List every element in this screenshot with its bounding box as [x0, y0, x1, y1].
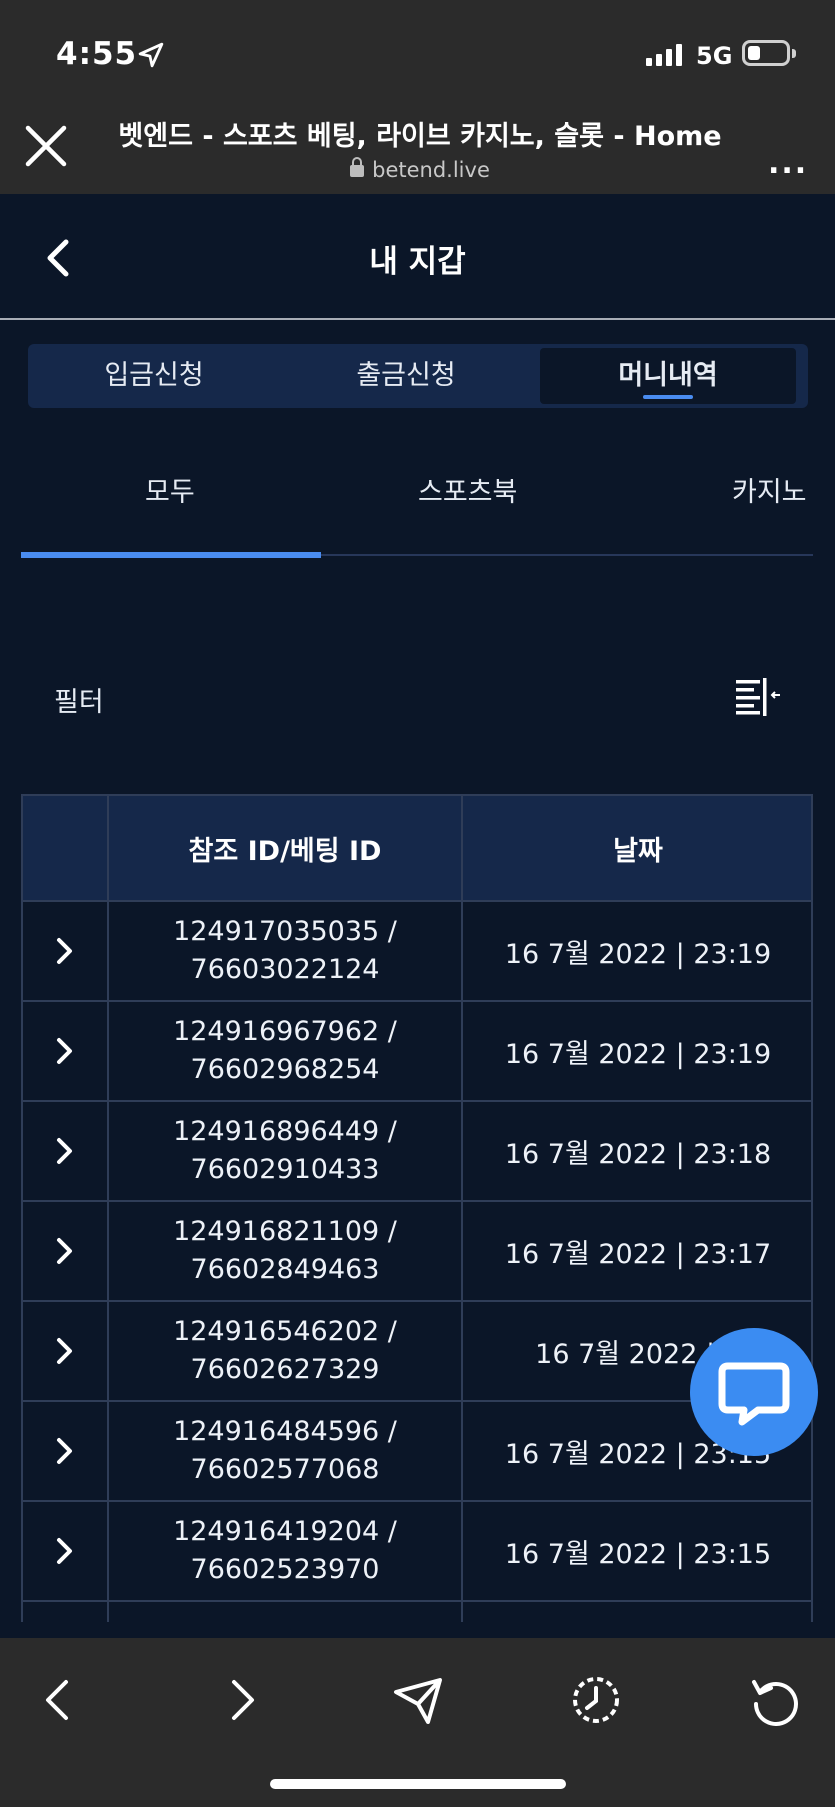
- status-bar: 4:55 5G: [0, 0, 835, 98]
- table-row[interactable]: 124916896449 / 76602910433 16 7월 2022 | 23…: [21, 1102, 813, 1202]
- history-icon[interactable]: [570, 1674, 622, 1726]
- expand-cell[interactable]: [23, 902, 109, 1000]
- bet-id: 76603022124: [190, 954, 380, 985]
- table-row[interactable]: 124916967962 / 76602968254 16 7월 2022 | 23…: [21, 1002, 813, 1102]
- tab-money-history-label: 머니내역: [618, 360, 718, 391]
- ref-id: 124916896449 /: [173, 1116, 397, 1147]
- subtab-casino[interactable]: 카지노: [732, 470, 807, 509]
- home-indicator: [270, 1779, 566, 1789]
- close-icon[interactable]: [22, 122, 70, 170]
- expand-cell[interactable]: [23, 1102, 109, 1200]
- ref-id-cell: 124916967962 / 76602968254: [109, 1002, 463, 1100]
- table-row[interactable]: 124916821109 / 76602849463 16 7월 2022 | 23…: [21, 1202, 813, 1302]
- signal-bars-icon: [646, 44, 682, 66]
- chevron-right-icon: [57, 1238, 72, 1264]
- bet-id: 76602910433: [190, 1154, 380, 1185]
- forward-arrow-icon[interactable]: [214, 1674, 266, 1726]
- bet-id: 76602849463: [190, 1254, 380, 1285]
- reload-icon[interactable]: [748, 1674, 800, 1726]
- chevron-right-icon: [57, 1138, 72, 1164]
- url-text: betend.live: [372, 158, 490, 182]
- ref-id-cell: 124916419204 / 76602523970: [109, 1502, 463, 1600]
- bet-id: 76602523970: [190, 1554, 380, 1585]
- table-row-partial: [21, 1602, 813, 1622]
- chevron-right-icon: [57, 1538, 72, 1564]
- subtab-active-indicator: [21, 552, 321, 558]
- date-cell: 16 7월 2022 | 23:15: [504, 1538, 772, 1570]
- ref-id: 124916419204 /: [173, 1516, 397, 1547]
- table-row[interactable]: 124917035035 / 76603022124 16 7월 2022 | 23…: [21, 902, 813, 1002]
- browser-page-title: 벳엔드 - 스포츠 베팅, 라이브 카지노, 슬롯 - Home: [118, 121, 722, 152]
- share-send-icon[interactable]: [392, 1674, 444, 1726]
- partial-cell: [109, 1602, 463, 1622]
- wallet-tabs: 입금신청 출금신청 머니내역: [28, 344, 808, 408]
- tab-deposit[interactable]: 입금신청: [28, 344, 280, 408]
- battery-icon: [742, 40, 796, 66]
- header-expand: [23, 796, 109, 900]
- table-header-row: 참조 ID/베팅 ID 날짜: [21, 794, 813, 902]
- expand-cell[interactable]: [23, 1402, 109, 1500]
- date-cell: 16 7월 2022 | 23:17: [504, 1238, 772, 1270]
- status-time: 4:55: [56, 36, 138, 72]
- filter-label: 필터: [54, 687, 104, 718]
- ref-id: 124917035035 /: [173, 916, 397, 947]
- ref-id-cell: 124916896449 / 76602910433: [109, 1102, 463, 1200]
- page-title: 내 지갑: [369, 244, 466, 280]
- ref-id-cell: 124917035035 / 76603022124: [109, 902, 463, 1000]
- ref-id: 124916967962 /: [173, 1016, 397, 1047]
- chevron-right-icon: [57, 938, 72, 964]
- chat-bubble-icon: [718, 1362, 790, 1426]
- chevron-right-icon: [57, 1438, 72, 1464]
- more-options-button[interactable]: ...: [768, 146, 808, 181]
- tab-withdraw[interactable]: 출금신청: [280, 344, 532, 408]
- chevron-right-icon: [57, 1038, 72, 1064]
- ref-id-cell: 124916821109 / 76602849463: [109, 1202, 463, 1300]
- date-cell: 16 7월 2022 | 23:19: [504, 1038, 772, 1070]
- ref-id-cell: 124916546202 / 76602627329: [109, 1302, 463, 1400]
- ref-id: 124916484596 /: [173, 1416, 397, 1447]
- date-cell: 16 7월 2022 | 23:19: [504, 938, 772, 970]
- ref-id: 124916546202 /: [173, 1316, 397, 1347]
- header-date: 날짜: [613, 835, 663, 867]
- tab-money-history[interactable]: 머니내역: [540, 348, 796, 404]
- header-ref-id: 참조 ID/베팅 ID: [109, 796, 463, 900]
- location-arrow-icon: [138, 42, 164, 68]
- expand-cell[interactable]: [23, 1202, 109, 1300]
- filter-collapse-icon[interactable]: [734, 676, 782, 716]
- bet-id: 76602577068: [190, 1454, 380, 1485]
- active-tab-indicator: [643, 395, 693, 399]
- back-arrow-icon[interactable]: [34, 1674, 86, 1726]
- bet-id: 76602627329: [190, 1354, 380, 1385]
- table-row[interactable]: 124916419204 / 76602523970 16 7월 2022 | 23…: [21, 1502, 813, 1602]
- lock-icon: [350, 157, 365, 177]
- ref-id-cell: 124916484596 / 76602577068: [109, 1402, 463, 1500]
- subtab-all[interactable]: 모두: [145, 470, 195, 509]
- bet-id: 76602968254: [190, 1054, 380, 1085]
- browser-url[interactable]: betend.live: [100, 157, 740, 182]
- partial-cell: [23, 1602, 109, 1622]
- date-cell: 16 7월 2022 | 23:18: [504, 1138, 772, 1170]
- browser-title-bar: 벳엔드 - 스포츠 베팅, 라이브 카지노, 슬롯 - Home betend.…: [0, 98, 835, 194]
- expand-cell[interactable]: [23, 1302, 109, 1400]
- chat-button[interactable]: [690, 1328, 818, 1456]
- network-label: 5G: [696, 42, 733, 70]
- subtab-sportsbook[interactable]: 스포츠북: [418, 470, 517, 509]
- ref-id: 124916821109 /: [173, 1216, 397, 1247]
- expand-cell[interactable]: [23, 1502, 109, 1600]
- page-header: 내 지갑: [0, 194, 835, 320]
- chevron-right-icon: [57, 1338, 72, 1364]
- expand-cell[interactable]: [23, 1002, 109, 1100]
